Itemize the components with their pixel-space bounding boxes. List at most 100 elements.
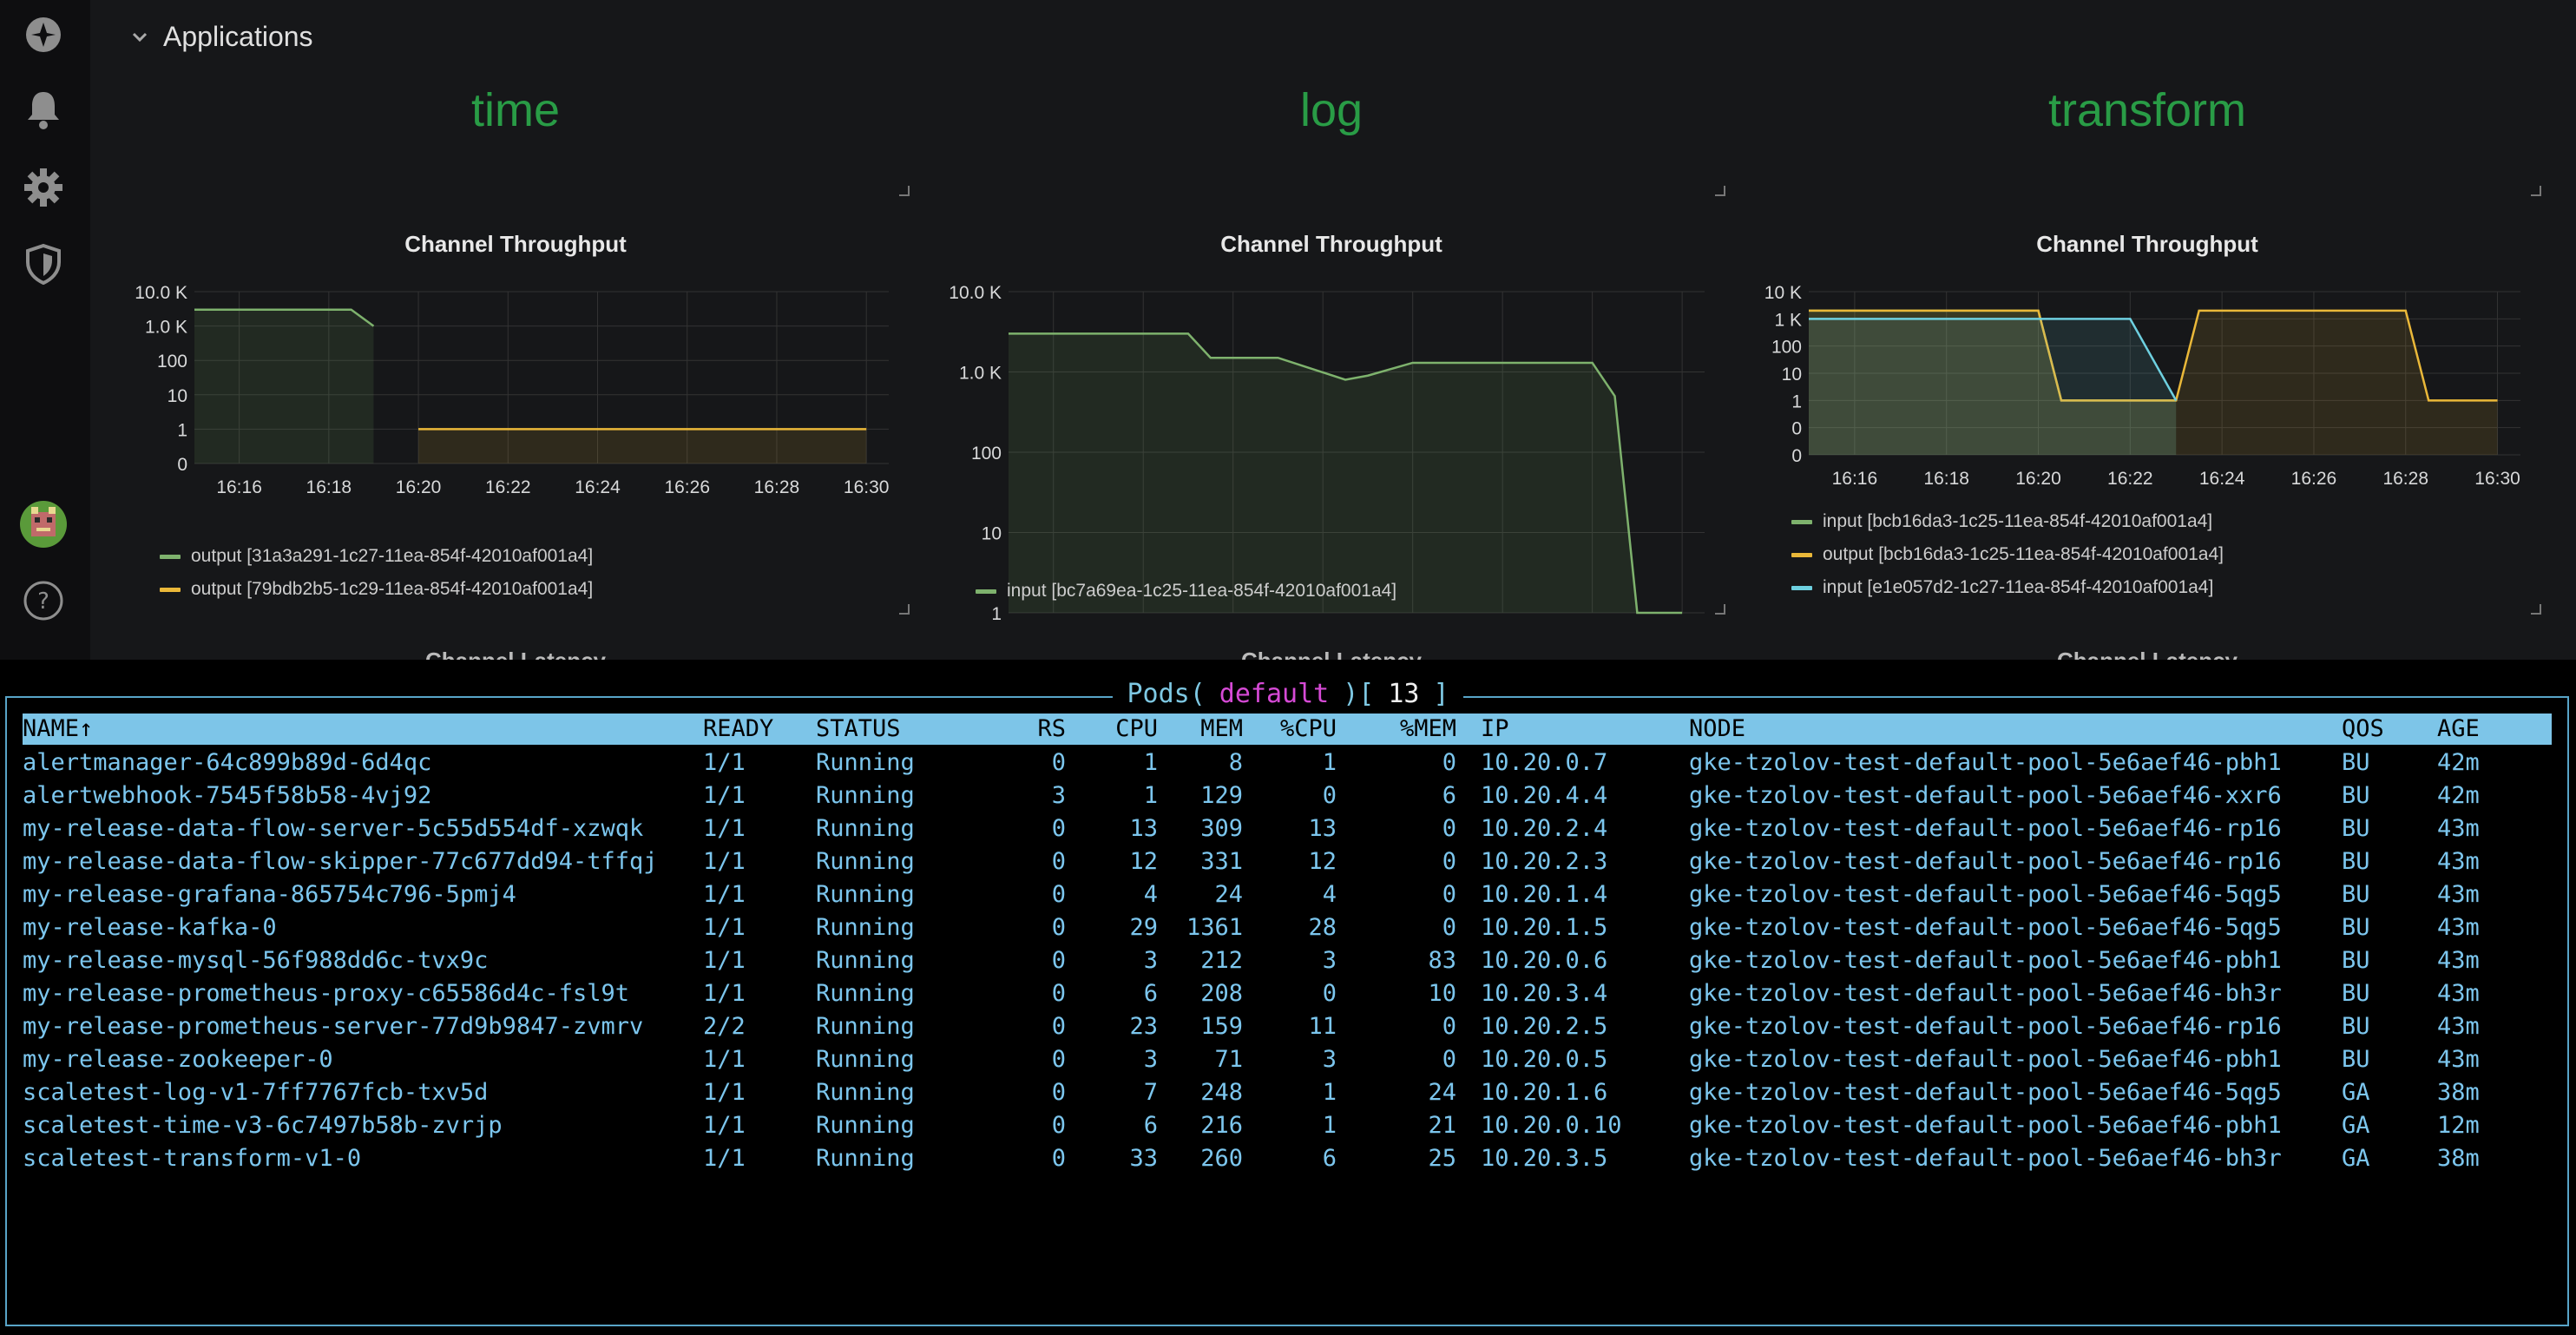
table-row[interactable]: scaletest-log-v1-7ff7767fcb-txv5d 1/1 Runn…: [23, 1076, 2552, 1109]
help-icon[interactable]: ?: [19, 576, 68, 625]
x-tick-label: 16:20: [396, 477, 442, 497]
legend-item[interactable]: output [79bdb2b5-1c29-11ea-854f-42010af0…: [160, 573, 593, 606]
app-title: log: [1299, 84, 1364, 136]
table-cell: 1: [1322, 749, 1337, 776]
legend-swatch: [1791, 519, 1812, 524]
table-cell: Running: [816, 980, 915, 1007]
table-cell: 29: [1129, 914, 1158, 941]
row-header-applications[interactable]: Applications: [130, 21, 313, 53]
column-header[interactable]: STATUS: [816, 713, 1007, 746]
table-cell: BU: [2342, 815, 2370, 842]
table-row[interactable]: scaletest-time-v3-6c7497b58b-zvrjp 1/1 Run…: [23, 1109, 2552, 1142]
y-tick-label: 10: [168, 386, 187, 406]
x-tick-label: 16:18: [1923, 469, 1969, 489]
table-cell: GA: [2342, 1112, 2370, 1139]
table-row[interactable]: my-release-grafana-865754c796-5pmj4 1/1 Ru…: [23, 878, 2552, 911]
table-cell: Running: [816, 947, 915, 974]
resize-handle[interactable]: [1715, 604, 1725, 615]
table-cell: my-release-data-flow-server-5c55d554df-x…: [23, 815, 644, 842]
y-tick-label: 10: [982, 524, 1002, 544]
table-cell: gke-tzolov-test-default-pool-5e6aef46-rp…: [1689, 815, 2282, 842]
table-cell: 43m: [2437, 881, 2480, 908]
table-cell: 1/1: [703, 848, 746, 875]
legend-item[interactable]: output [31a3a291-1c27-11ea-854f-42010af0…: [160, 540, 593, 573]
legend-swatch: [976, 589, 996, 594]
table-row[interactable]: my-release-zookeeper-0 1/1 Running 0 3 71 3 0 10…: [23, 1043, 2552, 1076]
table-cell: 42m: [2437, 782, 2480, 809]
resize-handle[interactable]: [1715, 186, 1725, 196]
table-cell: 4: [1143, 881, 1158, 908]
table-cell: 6: [1322, 1145, 1337, 1172]
table-cell: 33: [1129, 1145, 1158, 1172]
chart-title[interactable]: Channel Throughput: [125, 231, 906, 258]
table-cell: 3: [1322, 1046, 1337, 1073]
app-title: transform: [2047, 84, 2247, 136]
table-cell: GA: [2342, 1145, 2370, 1172]
avatar[interactable]: [19, 500, 68, 549]
resize-handle[interactable]: [2531, 604, 2541, 615]
chart-title[interactable]: Channel Throughput: [1757, 231, 2538, 258]
table-cell: 0: [1442, 1046, 1456, 1073]
x-tick-label: 16:22: [485, 477, 531, 497]
table-row[interactable]: my-release-prometheus-proxy-c65586d4c-fs…: [23, 977, 2552, 1010]
table-row[interactable]: scaletest-transform-v1-0 1/1 Running 0 33 260…: [23, 1142, 2552, 1175]
title-prefix: Pods(: [1120, 679, 1212, 709]
table-cell: gke-tzolov-test-default-pool-5e6aef46-pb…: [1689, 1046, 2282, 1073]
table-cell: BU: [2342, 914, 2370, 941]
table-row[interactable]: alertmanager-64c899b89d-6d4qc 1/1 Running 0…: [23, 746, 2552, 779]
resize-handle[interactable]: [2531, 186, 2541, 196]
table-cell: 0: [1442, 749, 1456, 776]
gear-icon[interactable]: [19, 163, 68, 212]
table-cell: gke-tzolov-test-default-pool-5e6aef46-xx…: [1689, 782, 2282, 809]
column-header[interactable]: %MEM: [1352, 713, 1456, 746]
legend-item[interactable]: input [bc7a69ea-1c25-11ea-854f-42010af00…: [976, 575, 1396, 608]
grafana-dashboard: Applications time Channel Throughput 10.…: [90, 0, 2576, 660]
table-row[interactable]: my-release-mysql-56f988dd6c-tvx9c 1/1 Runn…: [23, 944, 2552, 977]
table-cell: 71: [1214, 1046, 1243, 1073]
table-cell: 309: [1200, 815, 1243, 842]
table-row[interactable]: my-release-data-flow-skipper-77c677dd94-…: [23, 845, 2552, 878]
table-cell: gke-tzolov-test-default-pool-5e6aef46-pb…: [1689, 749, 2282, 776]
app-title: time: [470, 84, 560, 136]
shield-icon[interactable]: [19, 240, 68, 288]
table-row[interactable]: my-release-prometheus-server-77d9b9847-z…: [23, 1010, 2552, 1043]
column-header[interactable]: QOS: [2342, 713, 2428, 746]
legend-item[interactable]: input [e1e057d2-1c27-11ea-854f-42010af00…: [1791, 571, 2224, 604]
column-header[interactable]: %CPU: [1238, 713, 1337, 746]
resize-handle[interactable]: [899, 186, 910, 196]
k9s-terminal: Pods(default)[13] NAME↑ READY STATUS RS CPU M…: [0, 660, 2576, 1335]
chart-title[interactable]: Channel Throughput: [941, 231, 1722, 258]
column-header[interactable]: CPU: [1087, 713, 1158, 746]
table-cell: 1/1: [703, 1079, 746, 1106]
column-header[interactable]: NAME↑: [23, 713, 682, 746]
table-cell: 0: [1051, 848, 1066, 875]
column-header[interactable]: READY: [703, 713, 798, 746]
column-header[interactable]: AGE: [2437, 713, 2541, 746]
column-header[interactable]: NODE: [1689, 713, 2331, 746]
table-header[interactable]: NAME↑ READY STATUS RS CPU MEM %CPU %MEM IP NODE QO…: [23, 714, 2552, 745]
resize-handle[interactable]: [899, 604, 910, 615]
table-cell: BU: [2342, 749, 2370, 776]
table-cell: Running: [816, 815, 915, 842]
bell-icon[interactable]: [19, 85, 68, 134]
y-tick-label: 10.0 K: [135, 283, 187, 303]
grafana-logo-icon[interactable]: [19, 10, 68, 59]
series-area: [418, 429, 867, 464]
column-header[interactable]: RS: [1021, 713, 1066, 746]
table-cell: gke-tzolov-test-default-pool-5e6aef46-5q…: [1689, 914, 2282, 941]
column-header[interactable]: IP: [1481, 713, 1680, 746]
table-row[interactable]: my-release-data-flow-server-5c55d554df-x…: [23, 812, 2552, 845]
x-tick-label: 16:16: [1832, 469, 1878, 489]
table-cell: 10.20.1.6: [1481, 1079, 1608, 1106]
legend-item[interactable]: output [bcb16da3-1c25-11ea-854f-42010af0…: [1791, 538, 2224, 571]
column-header[interactable]: MEM: [1154, 713, 1243, 746]
table-row[interactable]: my-release-kafka-0 1/1 Running 0 29 1361 28 0 10…: [23, 911, 2552, 944]
table-row[interactable]: alertwebhook-7545f58b58-4vj92 1/1 Running 3…: [23, 779, 2552, 812]
y-tick-label: 100: [157, 352, 187, 372]
table-cell: scaletest-time-v3-6c7497b58b-zvrjp: [23, 1112, 503, 1139]
table-cell: Running: [816, 1079, 915, 1106]
x-tick-label: 16:28: [2382, 469, 2428, 489]
legend-item[interactable]: input [bcb16da3-1c25-11ea-854f-42010af00…: [1791, 505, 2224, 538]
table-cell: 38m: [2437, 1079, 2480, 1106]
next-panel-title: Channel Latency: [125, 648, 906, 660]
